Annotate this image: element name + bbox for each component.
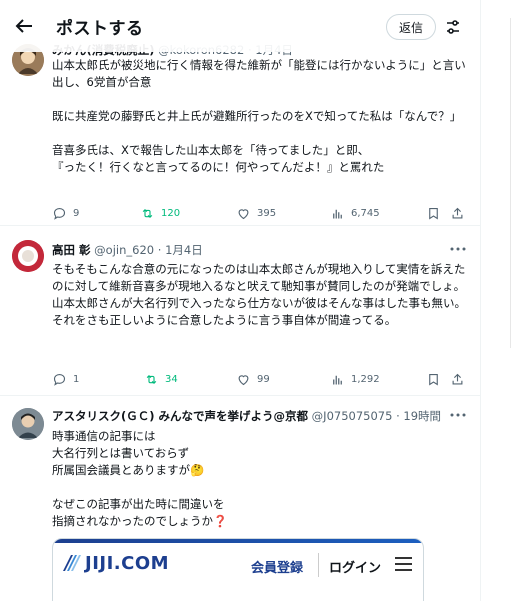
share-icon [452, 373, 463, 384]
reply-icon [53, 207, 66, 220]
author-handle[interactable]: @J075075075 [312, 409, 393, 423]
bookmark-icon [429, 373, 438, 386]
retweet-icon [146, 374, 157, 384]
avatar[interactable] [12, 240, 44, 272]
card-divider [318, 553, 319, 577]
right-sidebar [480, 0, 511, 601]
settings-sliders-icon[interactable] [444, 18, 462, 36]
post-meta: 高田 彰 @ojin_620 · 1月4日 [52, 243, 203, 257]
post-meta: アスタリスク(ＧＣ) みんなで声を挙げよう@京都 @J075075075 · 1… [52, 409, 442, 423]
card-register-link[interactable]: 会員登録 [251, 557, 303, 576]
reply-button[interactable]: 9 [52, 204, 79, 222]
post-text: 山本太郎氏が被災地に行く情報を得た維新が「能登には行かないように」と言い出し、6… [52, 58, 466, 174]
jiji-logo-text: JIJI.COM [85, 553, 170, 574]
like-heart-icon [238, 208, 249, 219]
share-button[interactable] [450, 204, 465, 222]
post-text: そもそもこんな合意の元になったのは山本太郎さんが現地入りして実情を訴えたのに対し… [52, 262, 466, 327]
link-card[interactable]: JIJI.COM 会員登録 ログイン [52, 538, 424, 601]
views-count: 6,745 [351, 207, 380, 219]
more-dots-icon[interactable] [450, 412, 466, 418]
post-actions: 1 34 99 1,292 [48, 370, 468, 388]
retweet-button[interactable]: 34 [144, 370, 178, 388]
like-count: 395 [257, 207, 277, 219]
timeline: みかん(消費税廃止) @kokoron6282 · 1月4日 山本太郎氏が被災地… [0, 0, 480, 601]
like-button[interactable]: 395 [236, 204, 276, 222]
bookmark-icon [429, 207, 438, 220]
like-button[interactable]: 99 [236, 370, 270, 388]
retweet-button[interactable]: 120 [140, 204, 180, 222]
hamburger-icon[interactable] [395, 557, 412, 571]
post-1[interactable]: みかん(消費税廃止) @kokoron6282 · 1月4日 山本太郎氏が被災地… [0, 30, 480, 226]
back-arrow-icon[interactable] [12, 14, 36, 38]
header: ポストする 返信 [0, 0, 480, 52]
card-top-accent [53, 539, 423, 543]
like-heart-icon [238, 374, 249, 385]
author-handle[interactable]: @ojin_620 [94, 243, 154, 257]
card-login-link[interactable]: ログイン [329, 557, 381, 576]
views-button[interactable]: 1,292 [330, 370, 380, 388]
avatar[interactable] [12, 408, 44, 440]
post-text: 時事通信の記事には 大名行列とは書いておらず 所属国会議員とありますが🤔 なぜこ… [52, 429, 228, 528]
views-chart-icon [333, 209, 342, 218]
retweet-count: 34 [165, 373, 178, 385]
reply-count: 9 [73, 207, 80, 219]
post-date[interactable]: 19時間 [403, 409, 441, 423]
post-2[interactable]: 高田 彰 @ojin_620 · 1月4日 そもそもこんな合意の元になったのは山… [0, 226, 480, 396]
reply-count: 1 [73, 373, 80, 385]
retweet-icon [142, 208, 153, 218]
post-date[interactable]: 1月4日 [165, 243, 203, 257]
bookmark-button[interactable] [426, 370, 441, 388]
retweet-count: 120 [161, 207, 181, 219]
post-actions: 9 120 395 6,745 [48, 204, 468, 222]
share-button[interactable] [450, 370, 465, 388]
jiji-logo-icon [63, 555, 81, 571]
views-chart-icon [333, 375, 342, 384]
bookmark-button[interactable] [426, 204, 441, 222]
author-name[interactable]: アスタリスク(ＧＣ) みんなで声を挙げよう@京都 [52, 409, 308, 423]
reply-icon [53, 373, 66, 386]
more-dots-icon[interactable] [450, 246, 466, 252]
author-name[interactable]: 高田 彰 [52, 243, 91, 257]
like-count: 99 [257, 373, 270, 385]
reply-button[interactable]: 1 [52, 370, 79, 388]
views-button[interactable]: 6,745 [330, 204, 380, 222]
share-icon [452, 207, 463, 218]
views-count: 1,292 [351, 373, 380, 385]
reply-sort-button[interactable]: 返信 [386, 14, 436, 40]
page-title: ポストする [56, 19, 144, 39]
